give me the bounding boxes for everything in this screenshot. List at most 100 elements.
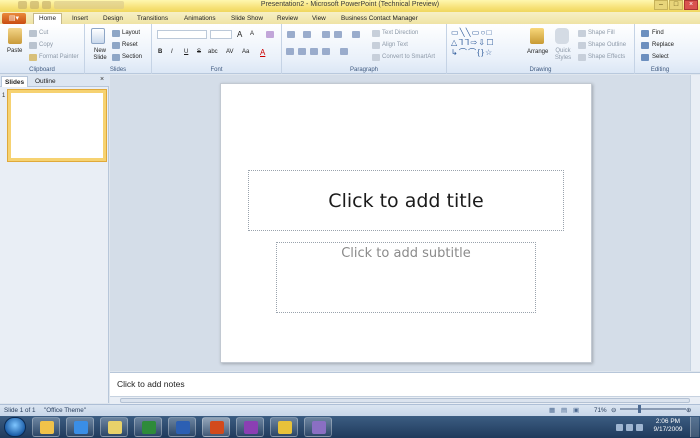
- copy-button[interactable]: Copy: [39, 42, 53, 48]
- numbering-icon[interactable]: [303, 31, 311, 38]
- vertical-scrollbar[interactable]: [690, 75, 700, 371]
- tab-outline[interactable]: Outline: [32, 76, 59, 87]
- shape-outline-button[interactable]: Shape Outline: [588, 42, 626, 48]
- align-text-icon[interactable]: [372, 42, 380, 49]
- title-placeholder[interactable]: Click to add title: [248, 170, 564, 231]
- tab-view[interactable]: View: [312, 14, 326, 24]
- tab-design[interactable]: Design: [103, 14, 123, 24]
- zoom-in-icon[interactable]: ⊕: [686, 407, 691, 414]
- tab-insert[interactable]: Insert: [72, 14, 88, 24]
- zoom-out-icon[interactable]: ⊖: [611, 407, 616, 414]
- subtitle-placeholder[interactable]: Click to add subtitle: [276, 242, 536, 313]
- close-button[interactable]: ×: [684, 0, 698, 10]
- find-icon[interactable]: [641, 30, 649, 37]
- cut-button[interactable]: Cut: [39, 30, 48, 36]
- taskbar-explorer-button[interactable]: [100, 417, 128, 437]
- start-button[interactable]: [4, 417, 26, 437]
- network-icon[interactable]: [626, 424, 633, 431]
- align-text-button[interactable]: Align Text: [382, 42, 408, 48]
- new-slide-button[interactable]: New Slide: [89, 48, 111, 62]
- taskbar-word-button[interactable]: [168, 417, 196, 437]
- taskbar-visio-button[interactable]: [304, 417, 332, 437]
- taskbar-powerpoint-button[interactable]: [202, 417, 230, 437]
- taskbar-excel-button[interactable]: [134, 417, 162, 437]
- tab-slides[interactable]: Slides: [1, 76, 29, 87]
- underline-button[interactable]: U: [184, 49, 188, 55]
- italic-button[interactable]: I: [171, 49, 173, 55]
- zoom-slider[interactable]: [620, 408, 686, 410]
- decrease-indent-icon[interactable]: [322, 31, 330, 38]
- replace-icon[interactable]: [641, 42, 649, 49]
- line-spacing-icon[interactable]: [352, 31, 360, 38]
- font-name-select[interactable]: [157, 30, 207, 39]
- align-right-icon[interactable]: [310, 48, 318, 55]
- clock[interactable]: 2:06 PM 9/17/2009: [650, 418, 686, 434]
- volume-icon[interactable]: [636, 424, 643, 431]
- tab-animations[interactable]: Animations: [184, 14, 216, 24]
- horizontal-scrollbar[interactable]: [110, 396, 700, 404]
- file-menu-button[interactable]: ▤▾: [2, 13, 26, 24]
- copy-icon[interactable]: [29, 42, 37, 49]
- taskbar-folder-button[interactable]: [32, 417, 60, 437]
- quick-styles-icon[interactable]: [555, 28, 569, 44]
- select-button[interactable]: Select: [652, 54, 669, 60]
- shape-effects-button[interactable]: Shape Effects: [588, 54, 625, 60]
- paste-icon[interactable]: [8, 28, 22, 44]
- slide-sorter-icon[interactable]: ▤: [561, 407, 567, 414]
- align-left-icon[interactable]: [286, 48, 294, 55]
- slide-thumbnail[interactable]: [8, 90, 106, 161]
- arrange-icon[interactable]: [530, 28, 544, 44]
- layout-button[interactable]: Layout: [122, 30, 140, 36]
- maximize-button[interactable]: □: [669, 0, 683, 10]
- format-painter-icon[interactable]: [29, 54, 37, 61]
- smartart-icon[interactable]: [372, 54, 380, 61]
- normal-view-icon[interactable]: ▦: [549, 407, 555, 414]
- font-size-select[interactable]: [210, 30, 232, 39]
- format-painter-button[interactable]: Format Painter: [39, 54, 79, 60]
- zoom-level[interactable]: 71%: [594, 407, 607, 414]
- grow-font-button[interactable]: A: [237, 30, 242, 39]
- shape-fill-icon[interactable]: [578, 30, 586, 37]
- tab-transitions[interactable]: Transitions: [137, 14, 168, 24]
- tab-business-contact-manager[interactable]: Business Contact Manager: [341, 14, 418, 24]
- change-case-button[interactable]: Aa: [242, 49, 249, 55]
- cut-icon[interactable]: [29, 30, 37, 37]
- notes-pane[interactable]: Click to add notes: [110, 372, 700, 396]
- bullets-icon[interactable]: [287, 31, 295, 38]
- tab-slide-show[interactable]: Slide Show: [231, 14, 263, 24]
- text-shadow-button[interactable]: abc: [208, 49, 218, 55]
- columns-icon[interactable]: [340, 48, 348, 55]
- shrink-font-button[interactable]: A: [250, 31, 254, 37]
- taskbar-ie-button[interactable]: [66, 417, 94, 437]
- shape-fill-button[interactable]: Shape Fill: [588, 30, 615, 36]
- scrollbar-thumb[interactable]: [120, 398, 690, 403]
- shape-effects-icon[interactable]: [578, 54, 586, 61]
- reset-icon[interactable]: [112, 42, 120, 49]
- minimize-button[interactable]: –: [654, 0, 668, 10]
- text-direction-button[interactable]: Text Direction: [382, 30, 418, 36]
- section-icon[interactable]: [112, 54, 120, 61]
- reading-view-icon[interactable]: ▣: [573, 407, 579, 414]
- layout-icon[interactable]: [112, 30, 120, 37]
- new-slide-icon[interactable]: [91, 28, 105, 44]
- tray-arrow-icon[interactable]: [616, 424, 623, 431]
- bold-button[interactable]: B: [158, 49, 162, 55]
- font-color-button[interactable]: A: [260, 48, 265, 57]
- shapes-gallery[interactable]: ▭╲╲▭○□ △ᒣᒣ⇨⇩☐ ↳⌒⌒{}☆: [451, 28, 521, 60]
- replace-button[interactable]: Replace: [652, 42, 674, 48]
- reset-button[interactable]: Reset: [122, 42, 138, 48]
- increase-indent-icon[interactable]: [334, 31, 342, 38]
- notes-placeholder[interactable]: Click to add notes: [117, 379, 185, 389]
- convert-to-smartart-button[interactable]: Convert to SmartArt: [382, 54, 435, 60]
- section-button[interactable]: Section: [122, 54, 142, 60]
- quick-styles-button[interactable]: Quick Styles: [553, 48, 573, 62]
- find-button[interactable]: Find: [652, 30, 664, 36]
- clear-formatting-icon[interactable]: [266, 31, 274, 38]
- strikethrough-button[interactable]: S: [197, 49, 201, 55]
- text-direction-icon[interactable]: [372, 30, 380, 37]
- arrange-button[interactable]: Arrange: [527, 49, 548, 55]
- tab-review[interactable]: Review: [277, 14, 298, 24]
- theme-name[interactable]: "Office Theme": [44, 407, 86, 414]
- paste-button[interactable]: Paste: [7, 48, 22, 54]
- close-panel-icon[interactable]: ×: [100, 76, 104, 83]
